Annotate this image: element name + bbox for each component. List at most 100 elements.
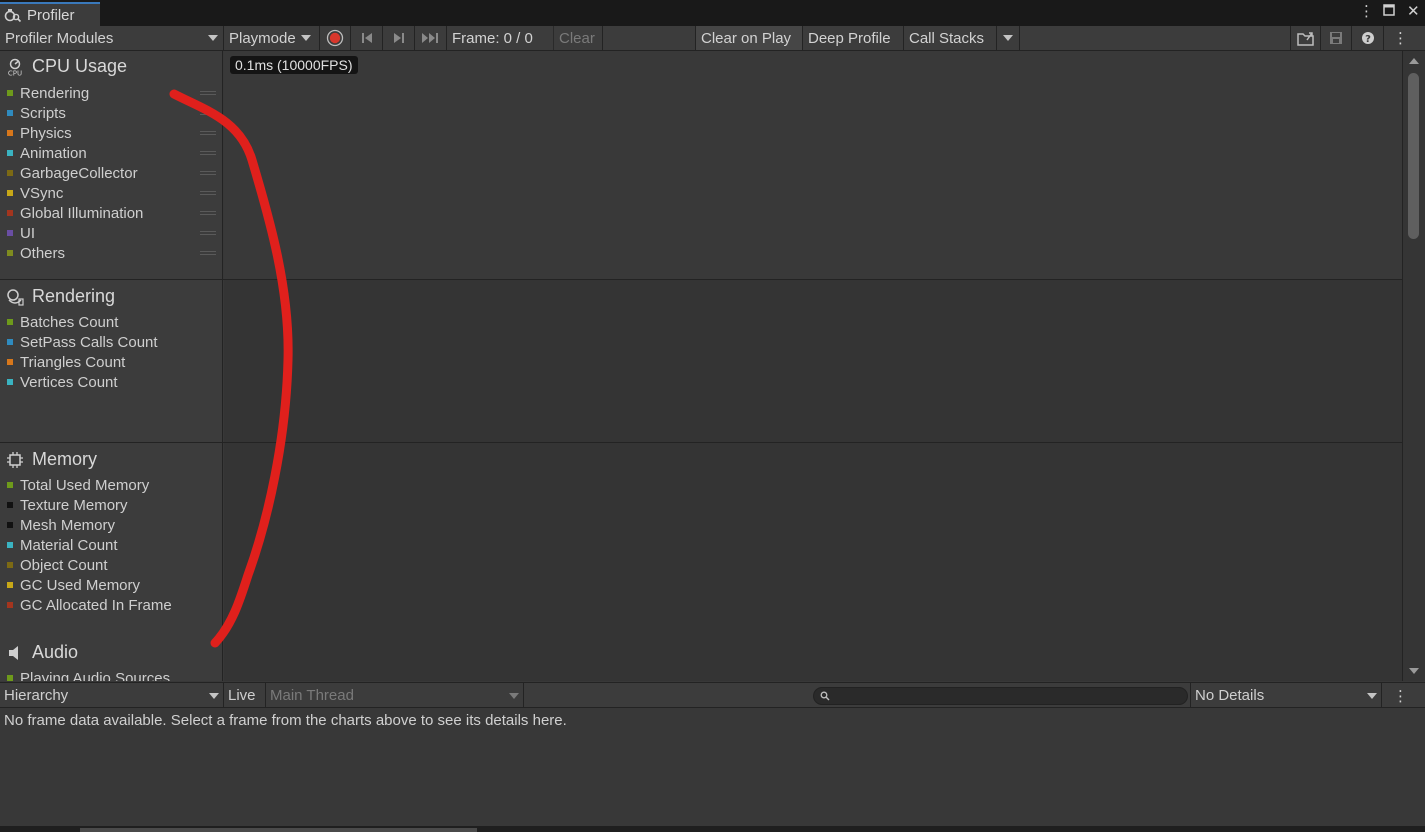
counter-item[interactable]: Rendering [7,83,89,103]
help-button[interactable]: ? [1352,26,1384,50]
drag-handle-icon[interactable] [200,131,216,135]
counter-item[interactable]: Total Used Memory [7,475,149,495]
counter-item[interactable]: Vertices Count [7,372,118,392]
drag-handle-icon[interactable] [200,111,216,115]
view-dropdown[interactable]: Hierarchy [0,683,224,708]
menu-icon[interactable]: ⋮ [1384,26,1417,50]
counter-item[interactable]: Material Count [7,535,118,555]
scrollbar-thumb[interactable] [80,828,477,832]
drag-handle-icon[interactable] [200,171,216,175]
cpu-icon: CPU [8,58,22,76]
save-button[interactable] [1321,26,1352,50]
menu-icon[interactable]: ⋮ [1384,683,1417,708]
counter-item[interactable]: Others [7,243,65,263]
scroll-up-icon[interactable] [1409,58,1419,64]
color-swatch [7,675,13,681]
module-rendering[interactable]: Rendering [6,286,115,307]
chart-area[interactable]: 0.1ms (10000FPS) [224,51,1402,681]
module-cpu-usage[interactable]: CPU CPU Usage [6,56,127,77]
drag-handle-icon[interactable] [200,91,216,95]
tab-title: Profiler [27,6,75,24]
chevron-down-icon [209,692,219,699]
search-input[interactable] [813,687,1188,705]
profiler-modules-label: Profiler Modules [5,29,114,47]
profiler-icon [4,9,22,23]
call-stacks-toggle[interactable]: Call Stacks [904,26,997,50]
details-dropdown[interactable]: No Details [1190,683,1382,708]
search-icon [820,691,830,701]
load-button[interactable] [1290,26,1321,50]
call-stacks-dropdown[interactable] [997,26,1020,50]
scrollbar-thumb[interactable] [1408,73,1419,239]
rendering-icon [7,288,24,306]
counter-item[interactable]: Batches Count [7,312,118,332]
counter-label: Material Count [20,536,118,554]
counter-item[interactable]: SetPass Calls Count [7,332,158,352]
thread-dropdown[interactable]: Main Thread [266,683,524,708]
counter-label: SetPass Calls Count [20,333,158,351]
drag-handle-icon[interactable] [200,151,216,155]
live-toggle[interactable]: Live [224,683,266,708]
counter-label: Animation [20,144,87,162]
counter-label: Scripts [20,104,66,122]
counter-item[interactable]: Playing Audio Sources [7,668,170,681]
rendering-chart[interactable] [224,280,1402,442]
last-frame-button[interactable] [415,26,447,50]
counter-item[interactable]: GarbageCollector [7,163,138,183]
color-swatch [7,150,13,156]
counter-item[interactable]: Global Illumination [7,203,143,223]
clear-button[interactable]: Clear [553,26,603,50]
drag-handle-icon[interactable] [200,211,216,215]
counter-label: GC Allocated In Frame [20,596,172,614]
vertical-scrollbar[interactable] [1402,51,1425,681]
close-icon[interactable]: ✕ [1407,2,1420,20]
color-swatch [7,379,13,385]
tab-profiler[interactable]: Profiler [0,2,100,26]
counter-label: Others [20,244,66,262]
counter-item[interactable]: Mesh Memory [7,515,115,535]
svg-text:?: ? [1365,34,1371,45]
module-title: CPU Usage [32,56,128,76]
horizontal-scrollbar[interactable] [0,826,1425,832]
color-swatch [7,210,13,216]
counter-label: Triangles Count [20,353,126,371]
maximize-icon[interactable] [1383,3,1395,20]
previous-frame-button[interactable] [351,26,383,50]
counter-item[interactable]: UI [7,223,35,243]
drag-handle-icon[interactable] [200,191,216,195]
record-button[interactable] [320,26,351,50]
counter-item[interactable]: GC Used Memory [7,575,140,595]
deep-profile-toggle[interactable]: Deep Profile [803,26,904,50]
module-memory[interactable]: Memory [6,449,97,470]
counter-item[interactable]: Texture Memory [7,495,128,515]
details-panel: No frame data available. Select a frame … [0,708,1425,828]
counter-item[interactable]: GC Allocated In Frame [7,595,172,615]
playmode-dropdown[interactable]: Playmode [224,26,320,50]
counter-label: Object Count [20,556,108,574]
counter-item[interactable]: Animation [7,143,87,163]
color-swatch [7,542,13,548]
color-swatch [7,359,13,365]
memory-chart[interactable] [224,443,1402,681]
next-frame-button[interactable] [383,26,415,50]
color-swatch [7,170,13,176]
color-swatch [7,522,13,528]
cpu-usage-chart[interactable]: 0.1ms (10000FPS) [224,51,1402,279]
color-swatch [7,190,13,196]
help-icon: ? [1361,32,1374,45]
clear-on-play-toggle[interactable]: Clear on Play [695,26,803,50]
color-swatch [7,482,13,488]
counter-label: Rendering [20,84,90,102]
counter-item[interactable]: Scripts [7,103,66,123]
counter-item[interactable]: Physics [7,123,72,143]
counter-item[interactable]: Triangles Count [7,352,125,372]
drag-handle-icon[interactable] [200,231,216,235]
counter-item[interactable]: Object Count [7,555,108,575]
more-icon[interactable]: ⋮ [1359,2,1374,20]
scroll-down-icon[interactable] [1409,668,1419,674]
drag-handle-icon[interactable] [200,251,216,255]
module-audio[interactable]: Audio [6,642,78,663]
profiler-modules-dropdown[interactable]: Profiler Modules [0,26,224,50]
counter-item[interactable]: VSync [7,183,63,203]
profiler-toolbar: Profiler Modules Playmode Frame: 0 / 0 C… [0,26,1425,51]
